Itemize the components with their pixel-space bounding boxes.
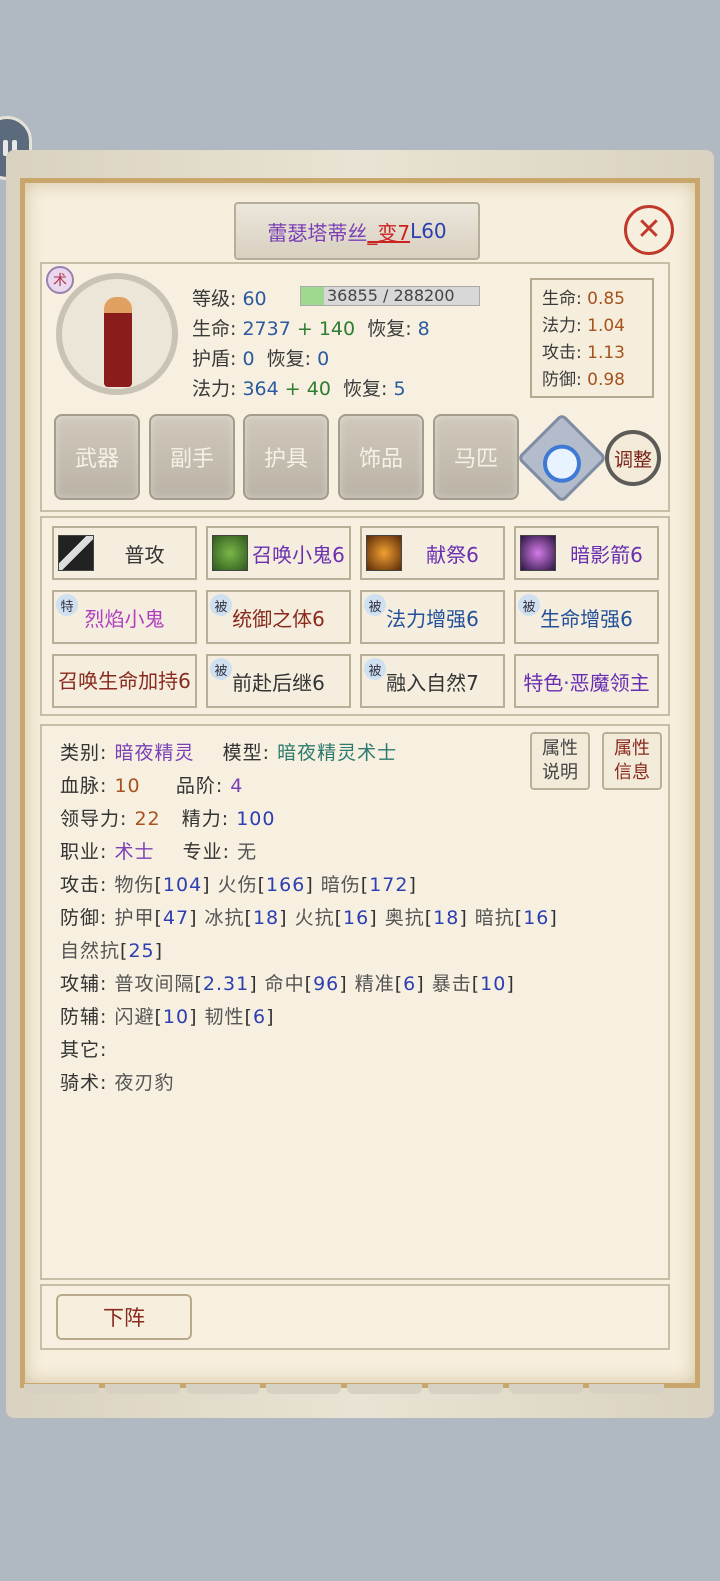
info-defense-aux-row: 防辅: 闪避[10] 韧性[6] — [60, 1006, 275, 1028]
bottom-tabs — [24, 1384, 664, 1394]
mp-bonus: + 40 — [284, 378, 331, 400]
ratio-hp: 生命: 0.85 — [542, 289, 625, 309]
equip-slot-mount[interactable]: 马匹 — [433, 414, 519, 500]
growth-ratios: 生命: 0.85 法力: 1.04 攻击: 1.13 防御: 0.98 — [530, 278, 654, 398]
unit-name: 蕾瑟塔蒂丝 — [267, 220, 368, 245]
grade-value: 4 — [230, 775, 244, 797]
shield-regen: 0 — [317, 348, 330, 370]
level-row: 等级: 60 — [192, 288, 267, 310]
imp-icon — [212, 535, 248, 571]
shield-row: 护盾: 0 恢复: 0 — [192, 348, 330, 370]
info-bloodline-row: 血脉: 10 品阶: 4 — [60, 775, 244, 797]
attribute-description-button[interactable]: 属性 说明 — [530, 732, 590, 790]
close-icon: ✕ — [636, 212, 662, 247]
hp-bonus: + 140 — [296, 318, 356, 340]
skill-demon-lord[interactable]: 特色·恶魔领主 — [514, 654, 659, 708]
class-badge: 术 — [46, 266, 74, 294]
category-value: 暗夜精灵 — [114, 742, 195, 764]
info-defense-row-2: 自然抗[25] — [60, 940, 164, 962]
hp-row: 生命: 2737 + 140 恢复: 8 — [192, 318, 430, 340]
trait-tag: 特 — [56, 594, 78, 616]
info-defense-row: 防御: 护甲[47] 冰抗[18] 火抗[16] 奥抗[18] 暗抗[16] — [60, 907, 558, 929]
info-riding-row: 骑术: 夜刃豹 — [60, 1072, 175, 1094]
info-job-row: 职业: 术士 专业: 无 — [60, 841, 258, 863]
skill-nature-blend[interactable]: 被 融入自然7 — [360, 654, 505, 708]
info-category-row: 类别: 暗夜精灵 模型: 暗夜精灵术士 — [60, 742, 398, 764]
info-attack-row: 攻击: 物伤[104] 火伤[166] 暗伤[172] — [60, 874, 417, 896]
unit-variant: _变7 — [367, 220, 411, 245]
job-value: 术士 — [114, 841, 155, 863]
unit-level-tag: L60 — [410, 219, 447, 243]
skill-command-body[interactable]: 被 统御之体6 — [206, 590, 351, 644]
info-other-row: 其它: — [60, 1039, 108, 1061]
skill-immolate[interactable]: 献祭6 — [360, 526, 505, 580]
ratio-mp: 法力: 1.04 — [542, 316, 625, 336]
shield-value: 0 — [242, 348, 255, 370]
hp-base: 2737 — [242, 318, 291, 340]
hp-regen: 8 — [417, 318, 430, 340]
shadowbolt-icon — [520, 535, 556, 571]
skill-mana-boost[interactable]: 被 法力增强6 — [360, 590, 505, 644]
passive-tag: 被 — [364, 658, 386, 680]
equip-slot-offhand[interactable]: 副手 — [149, 414, 235, 500]
passive-tag: 被 — [518, 594, 540, 616]
skill-relentless[interactable]: 被 前赴后继6 — [206, 654, 351, 708]
unit-title: 蕾瑟塔蒂丝 _变7 L60 — [234, 202, 480, 260]
sword-icon — [58, 535, 94, 571]
skill-summon-imp[interactable]: 召唤小鬼6 — [206, 526, 351, 580]
skill-life-boost[interactable]: 被 生命增强6 — [514, 590, 659, 644]
passive-tag: 被 — [210, 594, 232, 616]
mp-base: 364 — [242, 378, 279, 400]
model-value: 暗夜精灵术士 — [277, 742, 398, 764]
adjust-button[interactable]: 调整 — [605, 430, 661, 486]
ratio-defense: 防御: 0.98 — [542, 370, 625, 390]
equip-slot-armor[interactable]: 护具 — [243, 414, 329, 500]
energy-value: 100 — [236, 808, 276, 830]
equip-slot-weapon[interactable]: 武器 — [54, 414, 140, 500]
mp-regen: 5 — [393, 378, 406, 400]
riding-value: 夜刃豹 — [114, 1072, 175, 1094]
leadership-value: 22 — [134, 808, 161, 830]
spec-value: 无 — [237, 841, 258, 863]
skill-summon-life-bonus[interactable]: 召唤生命加持6 — [52, 654, 197, 708]
close-button[interactable]: ✕ — [624, 205, 674, 255]
bloodline-value: 10 — [114, 775, 141, 797]
info-leadership-row: 领导力: 22 精力: 100 — [60, 808, 276, 830]
ratio-attack: 攻击: 1.13 — [542, 343, 625, 363]
warlock-figure-icon — [104, 297, 132, 387]
passive-tag: 被 — [364, 594, 386, 616]
exp-bar: 36855 / 288200 — [300, 286, 480, 306]
mp-row: 法力: 364 + 40 恢复: 5 — [192, 378, 406, 400]
skill-basic-attack[interactable]: 普攻 — [52, 526, 197, 580]
sacrifice-icon — [366, 535, 402, 571]
deploy-button[interactable]: 下阵 — [56, 1294, 192, 1340]
passive-tag: 被 — [210, 658, 232, 680]
unit-portrait[interactable] — [56, 273, 178, 395]
skill-flame-imp[interactable]: 特 烈焰小鬼 — [52, 590, 197, 644]
exp-text: 36855 / 288200 — [327, 286, 455, 305]
equip-slot-accessory[interactable]: 饰品 — [338, 414, 424, 500]
skill-shadow-bolt[interactable]: 暗影箭6 — [514, 526, 659, 580]
info-attack-aux-row: 攻辅: 普攻间隔[2.31] 命中[96] 精准[6] 暴击[10] — [60, 973, 515, 995]
exp-bar-fill — [301, 287, 324, 305]
level-value: 60 — [242, 288, 267, 310]
attribute-info-button[interactable]: 属性 信息 — [602, 732, 662, 790]
